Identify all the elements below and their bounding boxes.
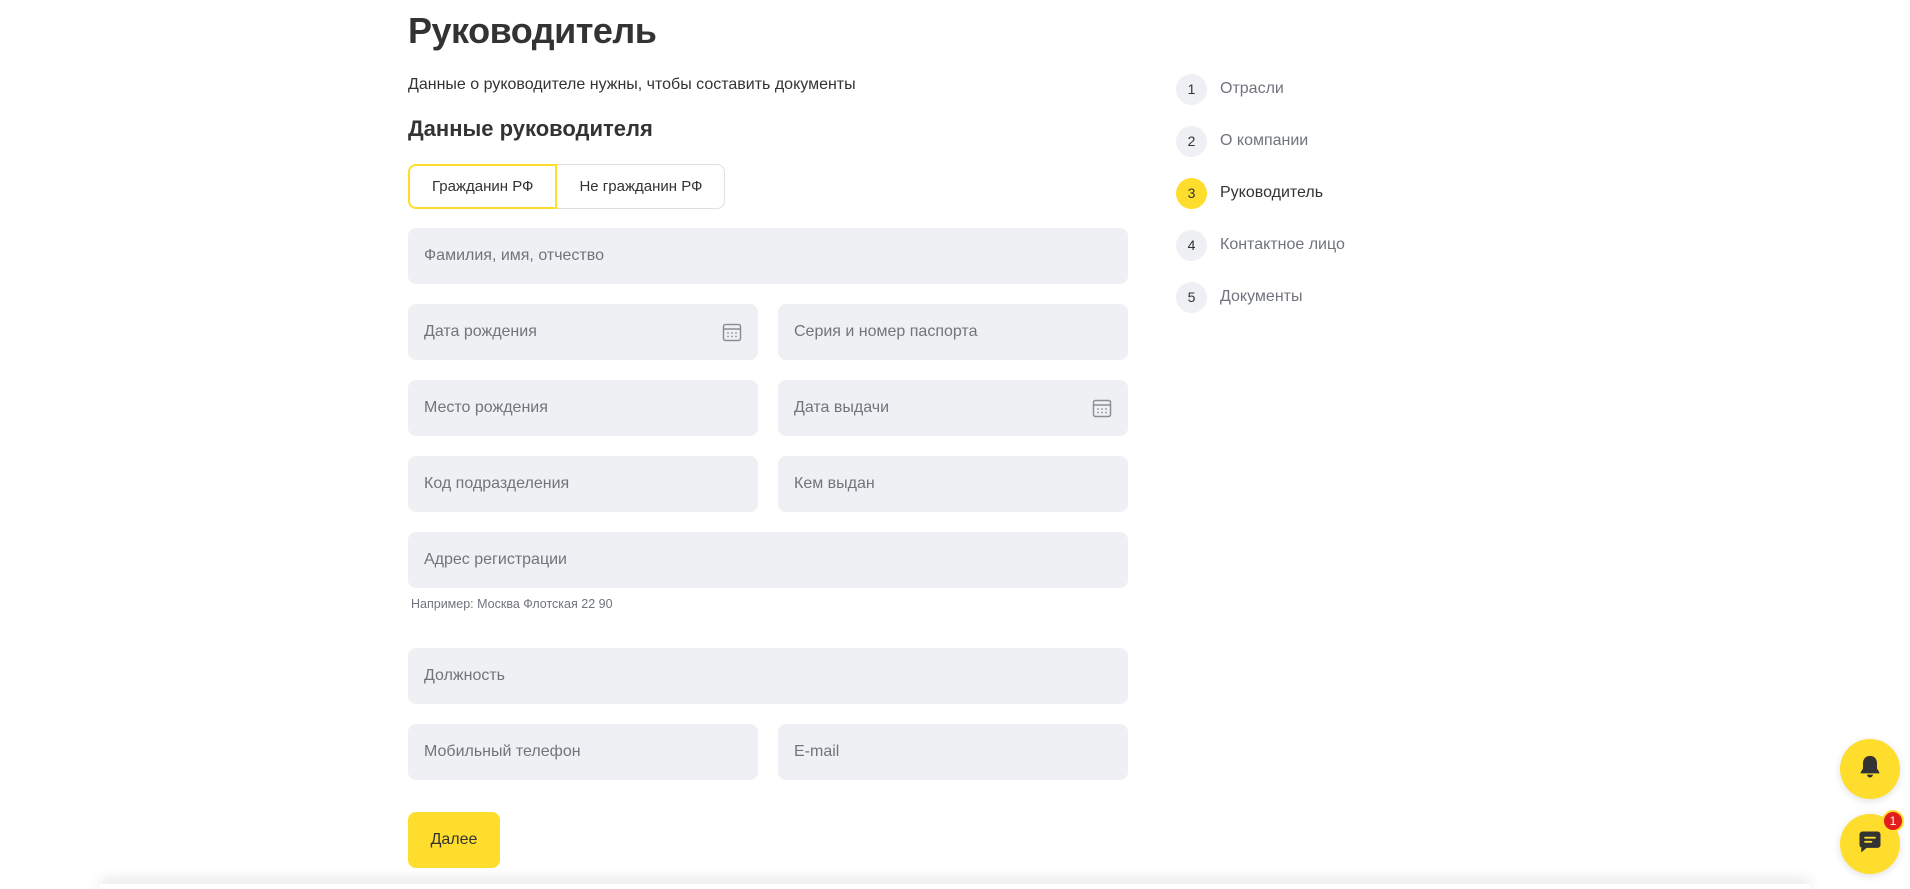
full-name-field[interactable]: Фамилия, имя, отчество [408, 228, 1128, 284]
issue-date-placeholder: Дата выдачи [794, 399, 890, 416]
section-title: Данные руководителя [408, 116, 653, 141]
email-placeholder: E-mail [794, 743, 840, 760]
step-label: Отрасли [1220, 80, 1284, 97]
step-head[interactable]: 3 Руководитель [1176, 177, 1345, 209]
step-number: 2 [1176, 125, 1207, 157]
address-hint: Например: Москва Флотская 22 90 [411, 597, 613, 611]
notifications-button[interactable] [1840, 739, 1900, 799]
page-subtitle: Данные о руководителе нужны, чтобы соста… [408, 76, 856, 93]
step-number: 5 [1176, 281, 1207, 313]
unread-badge: 1 [1882, 810, 1904, 832]
step-contact-person[interactable]: 4 Контактное лицо [1176, 229, 1345, 261]
birth-date-field[interactable]: Дата рождения [408, 304, 758, 360]
chat-button[interactable]: 1 [1840, 810, 1904, 874]
progress-steps: 1 Отрасли 2 О компании 3 Руководитель 4 … [1176, 73, 1345, 333]
email-field[interactable]: E-mail [778, 724, 1128, 780]
address-field[interactable]: Адрес регистрации [408, 532, 1128, 588]
step-label: Контактное лицо [1220, 236, 1345, 253]
bottom-divider [100, 884, 1810, 889]
step-label: Руководитель [1220, 184, 1324, 201]
citizen-rf-button[interactable]: Гражданин РФ [408, 164, 558, 209]
page-title: Руководитель [408, 10, 657, 51]
full-name-placeholder: Фамилия, имя, отчество [424, 247, 604, 264]
calendar-icon[interactable] [1092, 398, 1112, 418]
passport-field[interactable]: Серия и номер паспорта [778, 304, 1128, 360]
address-placeholder: Адрес регистрации [424, 551, 567, 568]
step-label: О компании [1220, 132, 1309, 149]
step-number: 1 [1176, 73, 1207, 105]
passport-placeholder: Серия и номер паспорта [794, 323, 978, 340]
bell-icon [1856, 753, 1884, 786]
position-placeholder: Должность [424, 667, 505, 684]
birth-date-placeholder: Дата рождения [424, 323, 537, 340]
step-number: 3 [1176, 177, 1207, 209]
phone-placeholder: Мобильный телефон [424, 743, 581, 760]
citizenship-toggle: Гражданин РФ Не гражданин РФ [408, 164, 726, 209]
division-code-placeholder: Код подразделения [424, 475, 570, 492]
birth-place-placeholder: Место рождения [424, 399, 548, 416]
division-code-field[interactable]: Код подразделения [408, 456, 758, 512]
step-company[interactable]: 2 О компании [1176, 125, 1345, 157]
step-number: 4 [1176, 229, 1207, 261]
position-field[interactable]: Должность [408, 648, 1128, 704]
non-citizen-rf-button[interactable]: Не гражданин РФ [557, 164, 726, 209]
calendar-icon[interactable] [722, 322, 742, 342]
issued-by-placeholder: Кем выдан [794, 475, 875, 492]
issue-date-field[interactable]: Дата выдачи [778, 380, 1128, 436]
phone-field[interactable]: Мобильный телефон [408, 724, 758, 780]
chat-icon [1856, 828, 1884, 861]
step-documents[interactable]: 5 Документы [1176, 281, 1345, 313]
step-label: Документы [1220, 288, 1303, 305]
birth-place-field[interactable]: Место рождения [408, 380, 758, 436]
step-industries[interactable]: 1 Отрасли [1176, 73, 1345, 105]
next-button[interactable]: Далее [408, 812, 500, 868]
issued-by-field[interactable]: Кем выдан [778, 456, 1128, 512]
